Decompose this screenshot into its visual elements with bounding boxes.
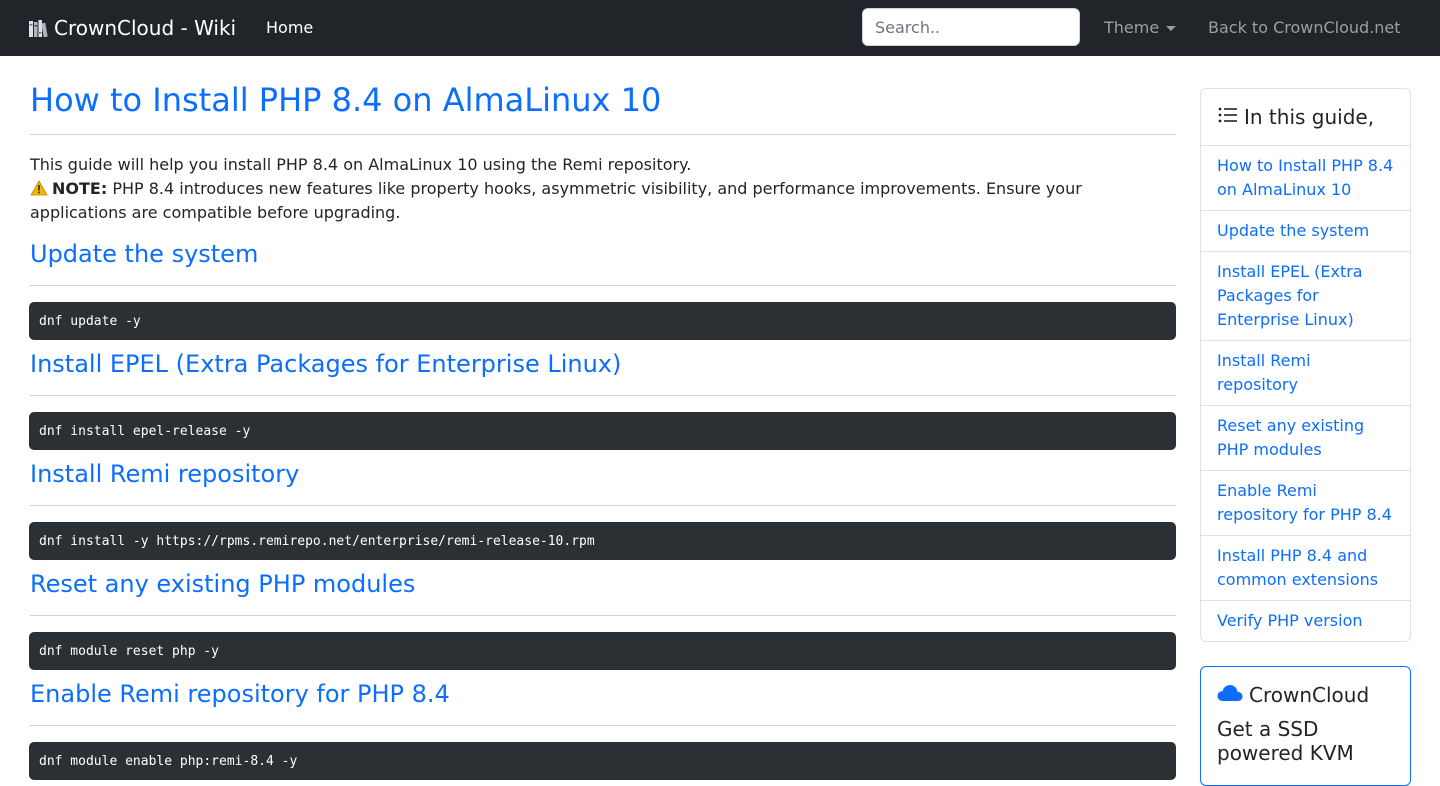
toc-item[interactable]: Verify PHP version [1201, 601, 1410, 641]
code-block: dnf update -y [29, 302, 1176, 340]
theme-label: Theme [1104, 18, 1160, 37]
section-heading: Reset any existing PHP modules [30, 570, 416, 598]
title-divider [30, 134, 1176, 135]
toc-item[interactable]: Install EPEL (Extra Packages for Enterpr… [1201, 252, 1410, 341]
section-update: Update the system dnf update -y [29, 239, 1176, 340]
brand-link[interactable]: CrownCloud - Wiki [28, 14, 236, 42]
toc-heading: In this guide, [1244, 105, 1375, 129]
promo-card[interactable]: CrownCloud Get a SSD powered KVM [1200, 666, 1411, 786]
list-icon [1218, 105, 1238, 129]
toc-header: In this guide, [1201, 89, 1410, 146]
note-text: PHP 8.4 introduces new features like pro… [30, 179, 1082, 222]
theme-dropdown[interactable]: Theme [1104, 16, 1177, 40]
top-navbar: CrownCloud - Wiki Home Theme Back to Cro… [0, 0, 1440, 56]
toc-item[interactable]: Install Remi repository [1201, 341, 1410, 406]
nav-home-link[interactable]: Home [266, 16, 313, 40]
search-input[interactable] [862, 8, 1080, 46]
books-icon [28, 18, 48, 38]
section-heading: Enable Remi repository for PHP 8.4 [30, 680, 450, 708]
back-to-site-link[interactable]: Back to CrownCloud.net [1208, 16, 1401, 40]
code-block: dnf install epel-release -y [29, 412, 1176, 450]
intro-block: This guide will help you install PHP 8.4… [30, 153, 1176, 225]
intro-text: This guide will help you install PHP 8.4… [30, 155, 692, 174]
section-remi: Install Remi repository dnf install -y h… [29, 459, 1176, 560]
section-heading: Install Remi repository [30, 460, 300, 488]
chevron-down-icon [1166, 25, 1177, 31]
section-divider [30, 725, 1176, 726]
article: How to Install PHP 8.4 on AlmaLinux 10 T… [29, 56, 1176, 780]
note-label: NOTE: [52, 179, 108, 198]
toc-card: In this guide, How to Install PHP 8.4 on… [1200, 88, 1411, 642]
toc-item[interactable]: Reset any existing PHP modules [1201, 406, 1410, 471]
warning-icon [30, 177, 48, 201]
cloud-icon [1217, 681, 1243, 709]
code-block: dnf install -y https://rpms.remirepo.net… [29, 522, 1176, 560]
toc-item[interactable]: Update the system [1201, 211, 1410, 252]
promo-tagline: Get a SSD powered KVM [1217, 717, 1354, 765]
page-title: How to Install PHP 8.4 on AlmaLinux 10 [30, 81, 662, 119]
section-divider [30, 285, 1176, 286]
code-block: dnf module reset php -y [29, 632, 1176, 670]
code-block: dnf module enable php:remi-8.4 -y [29, 742, 1176, 780]
toc-item[interactable]: Enable Remi repository for PHP 8.4 [1201, 471, 1410, 536]
section-divider [30, 395, 1176, 396]
brand-text: CrownCloud - Wiki [54, 16, 237, 40]
section-heading: Install EPEL (Extra Packages for Enterpr… [30, 350, 622, 378]
section-enable: Enable Remi repository for PHP 8.4 dnf m… [29, 679, 1176, 780]
section-heading: Update the system [30, 240, 259, 268]
promo-brand-text: CrownCloud [1249, 683, 1370, 707]
note-paragraph: NOTE: PHP 8.4 introduces new features li… [30, 177, 1176, 225]
section-epel: Install EPEL (Extra Packages for Enterpr… [29, 349, 1176, 450]
toc-item[interactable]: How to Install PHP 8.4 on AlmaLinux 10 [1201, 146, 1410, 211]
toc-item[interactable]: Install PHP 8.4 and common extensions [1201, 536, 1410, 601]
section-reset: Reset any existing PHP modules dnf modul… [29, 569, 1176, 670]
section-divider [30, 505, 1176, 506]
section-divider [30, 615, 1176, 616]
promo-brand: CrownCloud [1217, 681, 1394, 709]
